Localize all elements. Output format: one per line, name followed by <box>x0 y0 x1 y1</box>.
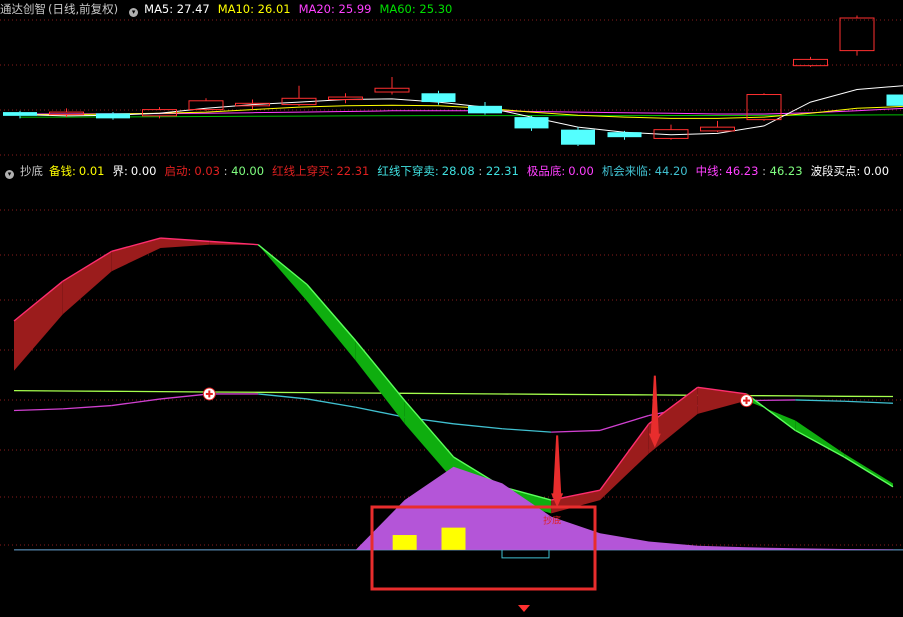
indicator-legend-label-4: 红线下穿卖: <box>377 164 439 178</box>
signal-arrow-1 <box>648 375 661 448</box>
candle-body-2 <box>96 113 130 119</box>
indicator-legend-label-5: 极品底: <box>526 164 566 178</box>
candle-body-1 <box>49 111 84 116</box>
indicator-legend-label-3: 红线上穿买: <box>272 164 334 178</box>
indicator-legend-value-7: 46.23 <box>725 164 759 178</box>
indicator-legend-value-5: 0.00 <box>568 164 594 178</box>
indicator-legend-value-8: 0.00 <box>863 164 890 178</box>
indicator-legend-label-8: 波段买点: <box>810 164 861 178</box>
ribbon-segment-12 <box>600 423 649 501</box>
opportunity-segment-0 <box>13 408 63 412</box>
opportunity-segment-12 <box>599 414 650 432</box>
period-label: (日线,前复权) <box>48 2 119 16</box>
ribbon-segment-7 <box>355 340 405 424</box>
midline-series <box>13 389 894 398</box>
opportunity-segment-3 <box>160 393 210 400</box>
indicator-legend-value2-4: 22.31 <box>485 164 519 178</box>
indicator-legend-label-2: 启动: <box>164 164 192 178</box>
opportunity-segment-17 <box>844 400 894 404</box>
collapse-toggle-icon[interactable]: ▾ <box>129 8 139 17</box>
yellow-bar-1 <box>441 527 466 550</box>
candle-body-10 <box>468 105 502 114</box>
ribbon-edge-5 <box>257 244 308 286</box>
step-marker <box>501 549 550 559</box>
candle-body-17 <box>793 58 828 67</box>
stock-chart[interactable]: 抄底 <box>0 0 903 617</box>
indicator-legend-value2-7: 46.23 <box>769 164 803 178</box>
opportunity-segment-10 <box>502 428 552 433</box>
indicator-legend-value2-2: 40.00 <box>231 164 265 178</box>
indicator-lines <box>13 389 894 433</box>
collapse-toggle-icon[interactable]: ▾ <box>5 170 14 179</box>
candle-body-18 <box>839 17 875 52</box>
candle-body-11 <box>514 117 549 129</box>
indicator-legend-label-6: 机会来临: <box>601 164 652 178</box>
indicator-legend-sep-7: : <box>758 164 770 178</box>
symbol-name: 通达创智 <box>0 2 46 16</box>
ribbon-segment-8 <box>404 400 454 481</box>
gem-icon <box>518 605 530 612</box>
candle-body-15 <box>700 126 735 132</box>
indicator-header: ▾ 抄底 备钱: 0.01 界: 0.00 启动: 0.03 : 40.00 红线上穿买: 22.… <box>0 162 903 180</box>
ribbon-edge-16 <box>794 429 845 458</box>
indicator-legend-value-1: 0.00 <box>130 164 157 178</box>
ribbon-segment-6 <box>307 284 356 361</box>
indicator-legend-value-3: 22.31 <box>336 164 370 178</box>
indicator-legend-value-0: 0.01 <box>78 164 105 178</box>
opportunity-segment-5 <box>258 393 308 400</box>
candle-body-19 <box>886 94 903 106</box>
ribbon-edge-6 <box>306 284 357 342</box>
indicator-legend-label-0: 备钱: <box>49 164 76 178</box>
ribbon-segment-1 <box>62 251 112 315</box>
ribbon-segment-5 <box>258 244 307 302</box>
indicator-legend-value-4: 28.08 <box>441 164 475 178</box>
indicator-legend-sep-4: : <box>474 164 486 178</box>
opportunity-segment-11 <box>551 429 601 433</box>
ribbon-segment-0 <box>14 281 63 371</box>
ma-legend-item-3: MA60: 25.30 <box>379 2 453 16</box>
indicator-legend-value-6: 44.20 <box>654 164 688 178</box>
indicator-legend-label-1: 界: <box>112 164 128 178</box>
ribbon-segment-2 <box>111 238 161 272</box>
ma-legend-item-0: MA5: 27.47 <box>144 2 210 16</box>
indicator-legend: 备钱: 0.01 界: 0.00 启动: 0.03 : 40.00 红线上穿买: 22.31 红… <box>49 164 897 178</box>
ribbon-segment-16 <box>795 420 845 457</box>
candle-body-12 <box>561 129 595 145</box>
bottom-signal-label: 抄底 <box>543 514 561 526</box>
candle-body-13 <box>607 132 642 138</box>
main-chart-header: 通达创智 (日线,前复权) ▾ MA5: 27.47 MA10: 26.01 MA20: … <box>0 0 466 18</box>
ribbon-edge-17 <box>843 456 894 488</box>
indicator-legend-value-2: 0.03 <box>194 164 220 178</box>
opportunity-segment-1 <box>62 404 112 410</box>
yellow-bar-0 <box>392 535 417 550</box>
indicator-hump-area <box>14 466 903 559</box>
signal-arrow-0 <box>551 435 564 508</box>
candle-body-0 <box>3 112 37 116</box>
ma-legend-item-1: MA10: 26.01 <box>217 2 291 16</box>
indicator-name: 抄底 <box>20 164 43 178</box>
indicator-legend-sep-2: : <box>219 164 232 178</box>
ma-legend: MA5: 27.47 MA10: 26.01 MA20: 25.99 MA60: 25… <box>144 2 460 16</box>
candle-body-7 <box>328 96 363 101</box>
opportunity-segment-9 <box>453 423 503 430</box>
candlestick-series <box>3 15 903 146</box>
indicator-legend-label-7: 中线: <box>695 164 723 178</box>
ma-legend-item-2: MA20: 25.99 <box>298 2 372 16</box>
candle-body-9 <box>421 93 456 103</box>
candle-body-8 <box>374 87 410 93</box>
